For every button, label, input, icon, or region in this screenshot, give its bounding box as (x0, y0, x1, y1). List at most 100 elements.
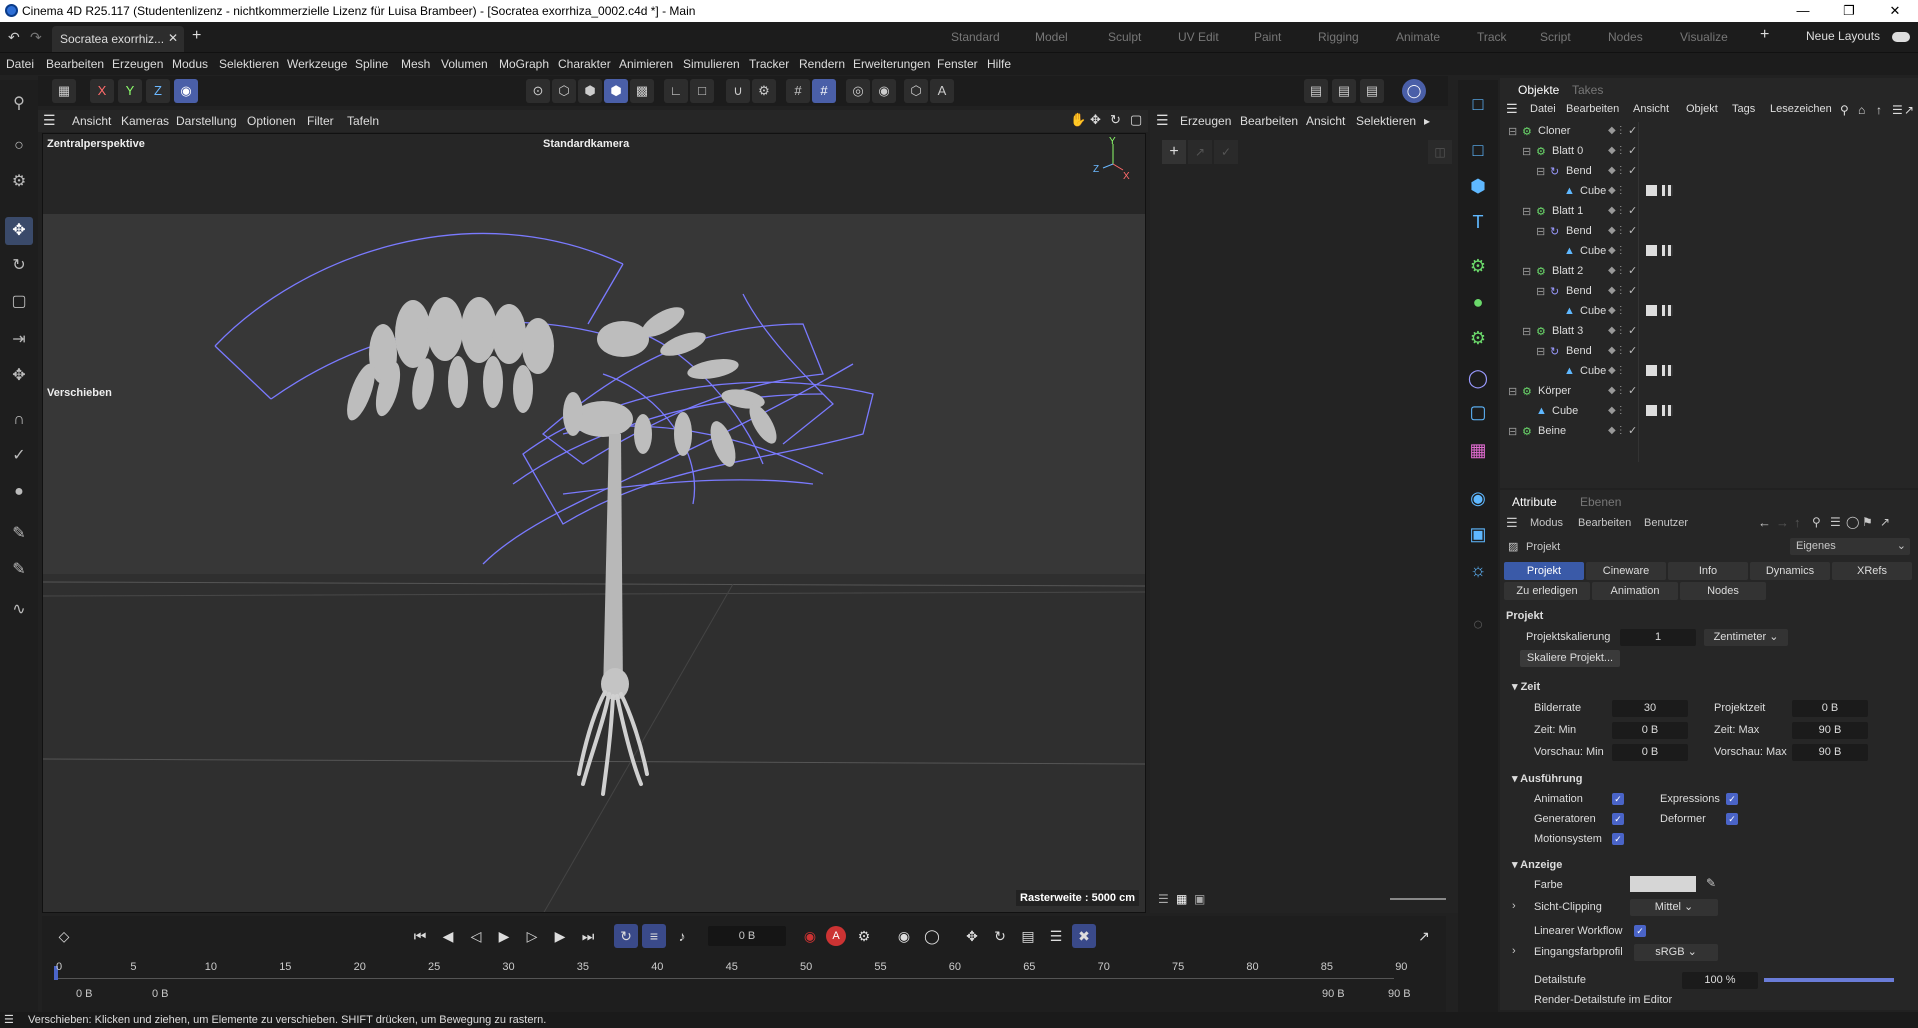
object-name[interactable]: Körper (1538, 385, 1571, 397)
detailstufe-field[interactable]: 100 % (1682, 972, 1758, 989)
text-object-icon[interactable]: T (1464, 208, 1492, 236)
spline-object-icon[interactable]: □ (1464, 136, 1492, 164)
motionsystem-checkbox[interactable]: ✓ (1612, 833, 1624, 845)
viewport-menu-optionen[interactable]: Optionen (247, 114, 296, 128)
up-icon[interactable]: ↑ (1794, 515, 1801, 530)
visibility-icon[interactable]: ◆⋮ (1608, 305, 1626, 316)
expand-icon[interactable]: ⊟ (1522, 325, 1531, 338)
knife-icon[interactable]: ✓ (5, 442, 33, 470)
orbit-icon[interactable]: ↻ (1110, 112, 1121, 128)
visibility-icon[interactable]: ◆⋮ (1608, 405, 1626, 416)
zeit-min-field[interactable]: 0 B (1612, 722, 1688, 739)
visibility-icon[interactable]: ◆⋮ (1608, 325, 1626, 336)
current-frame-field[interactable]: 0 B (708, 926, 786, 946)
layout-animate[interactable]: Animate (1396, 30, 1440, 44)
animation-checkbox[interactable]: ✓ (1612, 793, 1624, 805)
object-row[interactable]: ▲ Cube ◆⋮ (1500, 302, 1918, 322)
vorschau-min-field[interactable]: 0 B (1612, 744, 1688, 761)
material-tag-icon[interactable] (1662, 305, 1673, 316)
timeline-start-field[interactable]: 0 B (76, 988, 93, 1000)
unit-select[interactable]: Zentimeter ⌄ (1704, 629, 1788, 646)
render-view-icon[interactable]: ▤ (1304, 79, 1328, 103)
middle-menu-bearbeiten[interactable]: Bearbeiten (1240, 114, 1298, 128)
viewport-projection-label[interactable]: Zentralperspektive (47, 138, 145, 150)
loop-icon[interactable]: ↻ (614, 924, 638, 948)
object-row[interactable]: ⊟ ⚙ Blatt 3 ◆⋮ ✓ (1500, 322, 1918, 342)
camera-icon[interactable]: ▣ (1464, 520, 1492, 548)
material-tag-icon[interactable] (1662, 245, 1673, 256)
middle-menu-erzeugen[interactable]: Erzeugen (1180, 114, 1231, 128)
enabled-check-icon[interactable]: ✓ (1628, 324, 1637, 337)
undo-icon[interactable]: ↶ (8, 29, 20, 46)
object-row[interactable]: ⊟ ⚙ Beine ◆⋮ ✓ (1500, 422, 1918, 442)
visibility-icon[interactable]: ◆⋮ (1608, 165, 1626, 176)
disabled-tool-icon[interactable]: ○ (1464, 610, 1492, 638)
object-row[interactable]: ⊟ ↻ Bend ◆⋮ ✓ (1500, 162, 1918, 182)
play-icon[interactable]: ▶ (492, 924, 516, 948)
object-row[interactable]: ⊟ ⚙ Körper ◆⋮ ✓ (1500, 382, 1918, 402)
key-interpolation-icon[interactable]: ◯ (920, 924, 944, 948)
attributes-filter-icon[interactable]: ☰ (1830, 515, 1841, 529)
symmetry-icon[interactable]: ◉ (872, 79, 896, 103)
visibility-icon[interactable]: ◆⋮ (1608, 365, 1626, 376)
phong-tag-icon[interactable] (1646, 365, 1657, 376)
enabled-check-icon[interactable]: ✓ (1628, 284, 1637, 297)
object-row[interactable]: ⊟ ⚙ Cloner ◆⋮ ✓ (1500, 122, 1918, 142)
visibility-icon[interactable]: ◆⋮ (1608, 385, 1626, 396)
phong-tag-icon[interactable] (1646, 405, 1657, 416)
y-axis-button[interactable]: Y (118, 79, 142, 103)
expand-icon[interactable]: ⊟ (1536, 165, 1545, 178)
subtab-cineware[interactable]: Cineware (1586, 562, 1666, 580)
timeline-expand-icon[interactable]: ↗ (1412, 924, 1436, 948)
menu-hilfe[interactable]: Hilfe (987, 57, 1011, 71)
expand-icon[interactable]: ⊟ (1536, 345, 1545, 358)
tab-takes[interactable]: Takes (1572, 83, 1603, 97)
material-tag-icon[interactable] (1662, 365, 1673, 376)
search-icon[interactable]: ⚲ (5, 90, 33, 118)
expand-icon[interactable]: ⊟ (1508, 385, 1517, 398)
menu-datei[interactable]: Datei (6, 57, 34, 71)
object-name[interactable]: Bend (1566, 285, 1592, 297)
subtab-dynamics[interactable]: Dynamics (1750, 562, 1830, 580)
visibility-icon[interactable]: ◆⋮ (1608, 185, 1626, 196)
go-to-start-icon[interactable]: ⏮ (408, 924, 432, 948)
expand-icon[interactable]: ⊟ (1522, 145, 1531, 158)
attributes-menu-benutzer[interactable]: Benutzer (1644, 517, 1688, 529)
object-name[interactable]: Cube (1552, 405, 1578, 417)
expand-icon[interactable]: ⊟ (1536, 225, 1545, 238)
menu-selektieren[interactable]: Selektieren (219, 57, 279, 71)
expand-icon[interactable]: ⊟ (1508, 125, 1517, 138)
uv-mode-icon[interactable]: ▩ (630, 79, 654, 103)
attributes-lock-icon[interactable]: ◯ (1846, 515, 1859, 529)
trash-icon[interactable]: ◫ (1428, 140, 1452, 164)
objects-menu-ansicht[interactable]: Ansicht (1633, 103, 1669, 115)
dope-sheet-icon[interactable]: ☰ (1044, 924, 1068, 948)
layout-model[interactable]: Model (1035, 30, 1068, 44)
visibility-icon[interactable]: ◆⋮ (1608, 245, 1626, 256)
record-icon[interactable]: ◉ (798, 924, 822, 948)
visibility-icon[interactable]: ◆⋮ (1608, 145, 1626, 156)
layout-script[interactable]: Script (1540, 30, 1571, 44)
effector-icon[interactable]: ⚙ (1464, 324, 1492, 352)
tab-objekte[interactable]: Objekte (1518, 83, 1559, 97)
material-tag-icon[interactable] (1662, 185, 1673, 196)
redo-icon[interactable]: ↷ (30, 29, 42, 46)
object-name[interactable]: Blatt 3 (1552, 325, 1583, 337)
previous-key-icon[interactable]: ◀ (436, 924, 460, 948)
section-ausfuehrung[interactable]: ▾ Ausführung (1512, 772, 1583, 785)
layout-nodes[interactable]: Nodes (1608, 30, 1643, 44)
object-row[interactable]: ⊟ ↻ Bend ◆⋮ ✓ (1500, 282, 1918, 302)
cloner-icon[interactable]: ⚙ (1464, 252, 1492, 280)
menu-animieren[interactable]: Animieren (619, 57, 673, 71)
3d-viewport[interactable]: Y X Z Zentralperspektive Standardkamera … (42, 133, 1146, 913)
objects-menu-bearbeiten[interactable]: Bearbeiten (1566, 103, 1619, 115)
projektskalierung-field[interactable]: 1 (1620, 629, 1696, 646)
timeline-ruler[interactable] (54, 978, 1394, 979)
enabled-check-icon[interactable]: ✓ (1628, 144, 1637, 157)
middle-menu-icon[interactable]: ☰ (1156, 112, 1169, 129)
list-view-icon[interactable]: ☰ (1158, 892, 1169, 906)
snap-icon[interactable]: ∪ (726, 79, 750, 103)
pan-icon[interactable]: ✋ (1070, 112, 1086, 128)
field-icon[interactable]: ▢ (1464, 398, 1492, 426)
animation-layers-icon[interactable]: ↻ (988, 924, 1012, 948)
